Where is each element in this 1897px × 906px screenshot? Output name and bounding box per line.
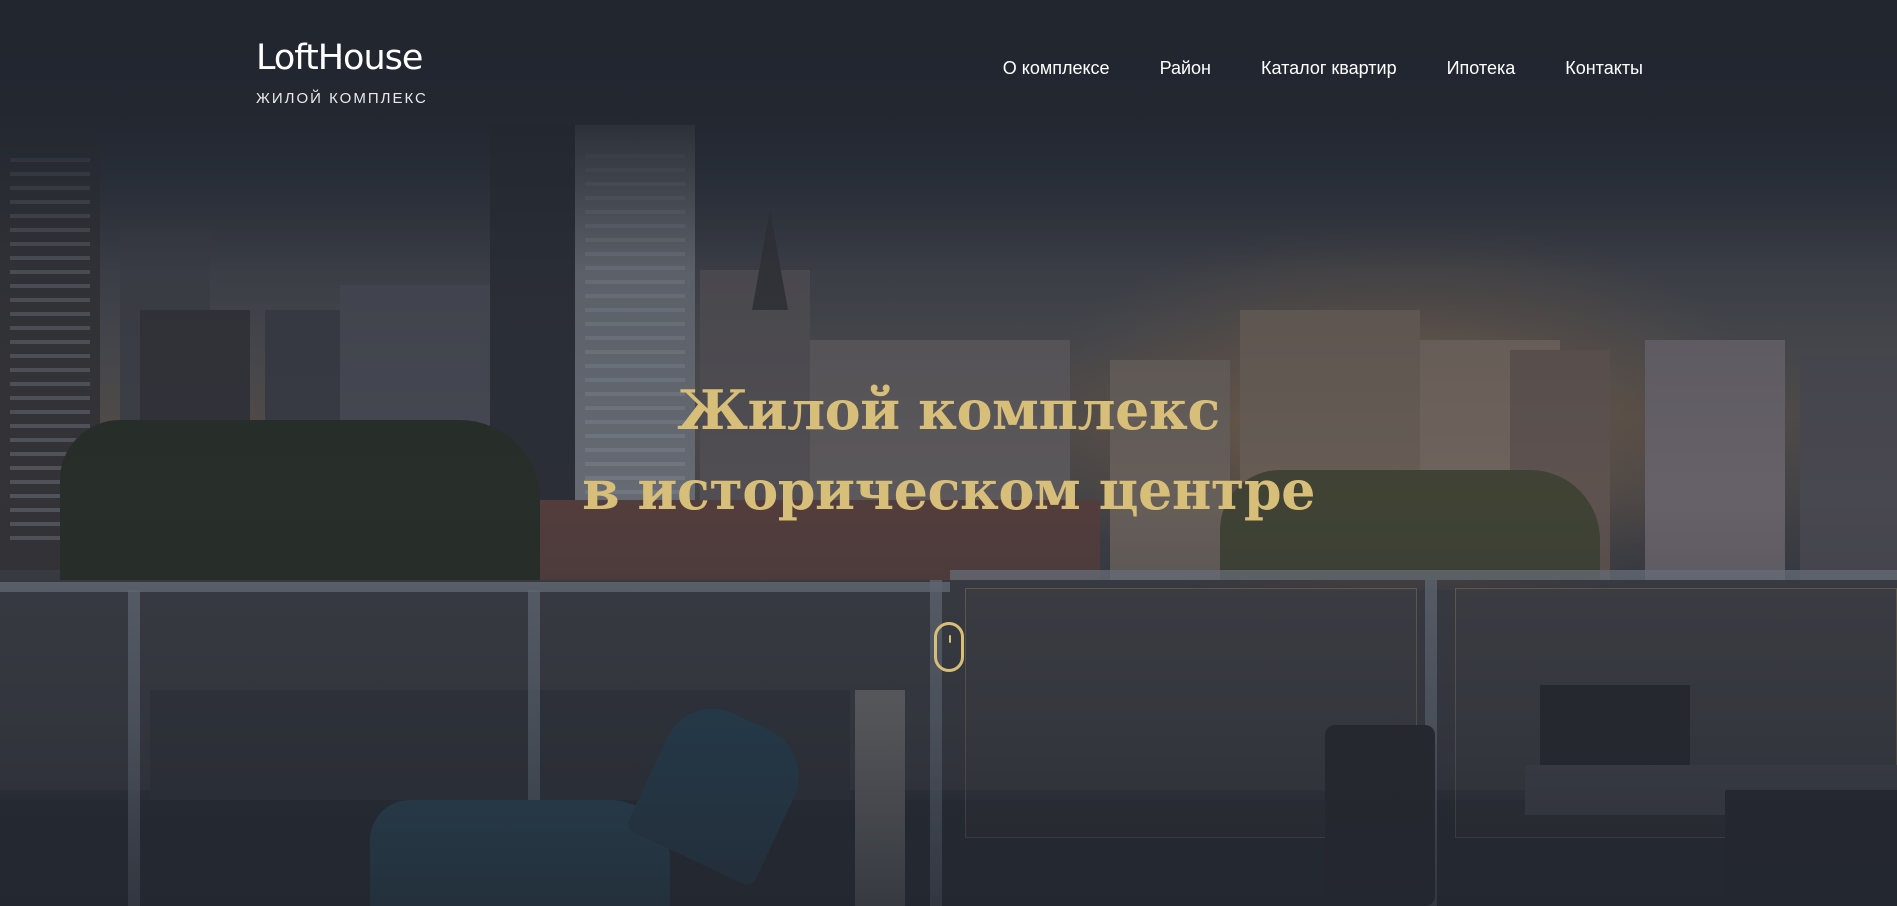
logo-title: LoftHouse (256, 38, 423, 78)
hero-headline-line2: в историческом центре (582, 458, 1315, 522)
nav-item-about[interactable]: О комплексе (1003, 58, 1110, 79)
hero-headline: Жилой комплекс в историческом центре (0, 370, 1897, 530)
site-header: LoftHouse ЖИЛОЙ КОМПЛЕКС О комплексе Рай… (0, 0, 1897, 125)
logo[interactable]: LoftHouse ЖИЛОЙ КОМПЛЕКС (256, 38, 428, 107)
nav-item-district[interactable]: Район (1160, 58, 1211, 79)
hero-headline-line1: Жилой комплекс (677, 378, 1220, 442)
mouse-scroll-icon[interactable] (934, 622, 964, 672)
main-nav: О комплексе Район Каталог квартир Ипотек… (1003, 58, 1643, 79)
nav-item-catalog[interactable]: Каталог квартир (1261, 58, 1397, 79)
scroll-wheel (949, 635, 951, 643)
logo-subtitle: ЖИЛОЙ КОМПЛЕКС (256, 90, 428, 107)
nav-item-contacts[interactable]: Контакты (1565, 58, 1643, 79)
nav-item-mortgage[interactable]: Ипотека (1447, 58, 1516, 79)
